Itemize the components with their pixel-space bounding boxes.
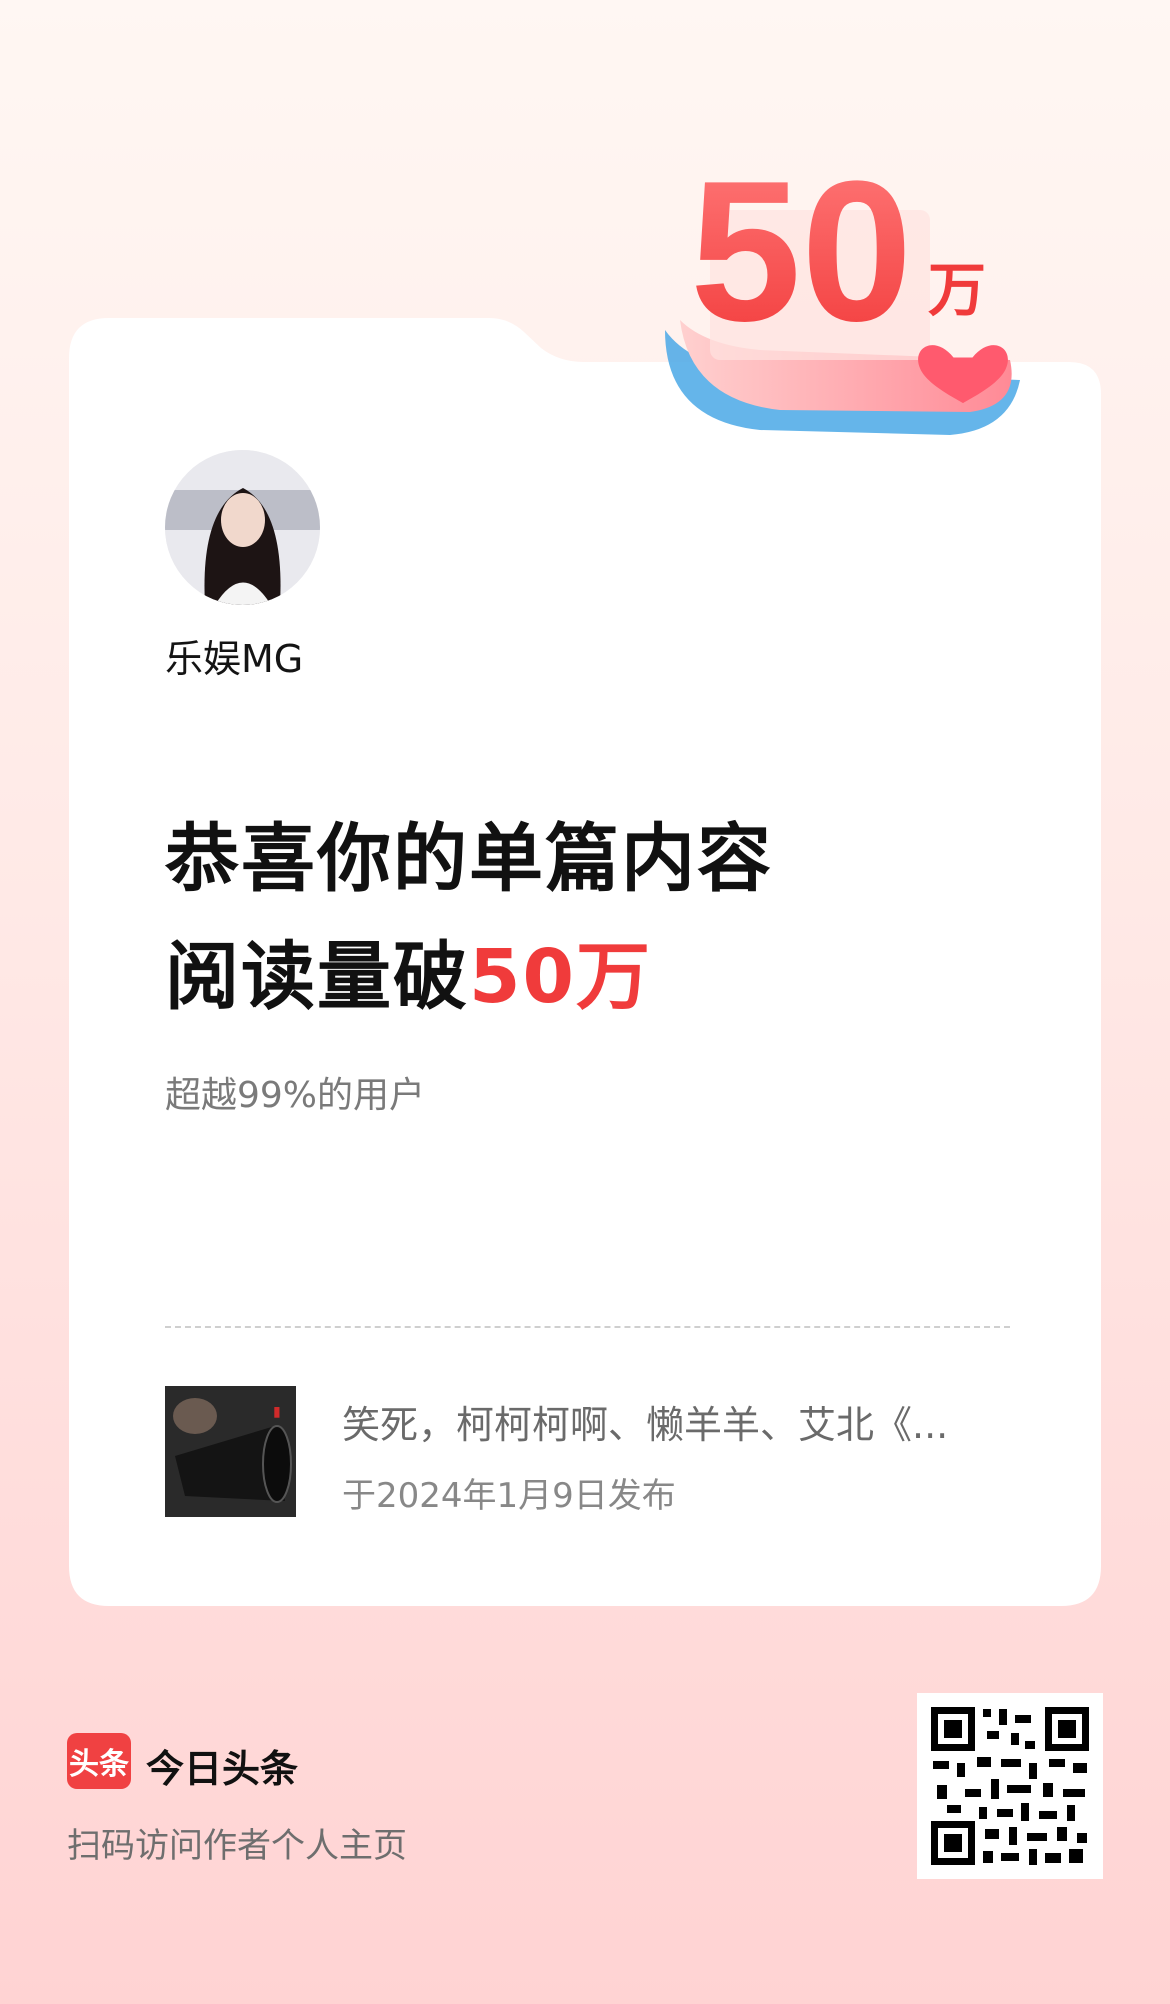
article-title[interactable]: 笑死，柯柯柯啊、懒羊羊、艾北《...	[342, 1394, 1012, 1449]
toutiao-logo-icon: 头条	[67, 1733, 131, 1789]
svg-text:▮: ▮	[273, 1404, 281, 1420]
headline-line1: 恭喜你的单篇内容	[165, 816, 773, 902]
headline-highlight: 50万	[469, 934, 652, 1020]
brand-name: 今日头条	[146, 1747, 299, 1791]
headline-prefix: 阅读量破	[165, 934, 469, 1020]
scan-hint: 扫码访问作者个人主页	[67, 1826, 407, 1866]
headline-line2: 阅读量破50万	[165, 918, 773, 1036]
publish-date: 于2024年1月9日发布	[342, 1476, 676, 1516]
congrats-headline: 恭喜你的单篇内容 阅读量破50万	[165, 800, 773, 1036]
percentile-text: 超越99%的用户	[165, 1075, 426, 1116]
qr-code[interactable]	[917, 1693, 1103, 1879]
dashed-divider	[165, 1326, 1010, 1328]
author-name[interactable]: 乐娱MG	[165, 628, 303, 683]
avatar[interactable]	[165, 450, 320, 605]
milestone-number: 50	[690, 140, 912, 363]
milestone-unit: 万	[928, 256, 986, 324]
article-thumbnail[interactable]: ▮	[165, 1386, 296, 1517]
milestone-badge: 50 万	[650, 130, 1030, 454]
